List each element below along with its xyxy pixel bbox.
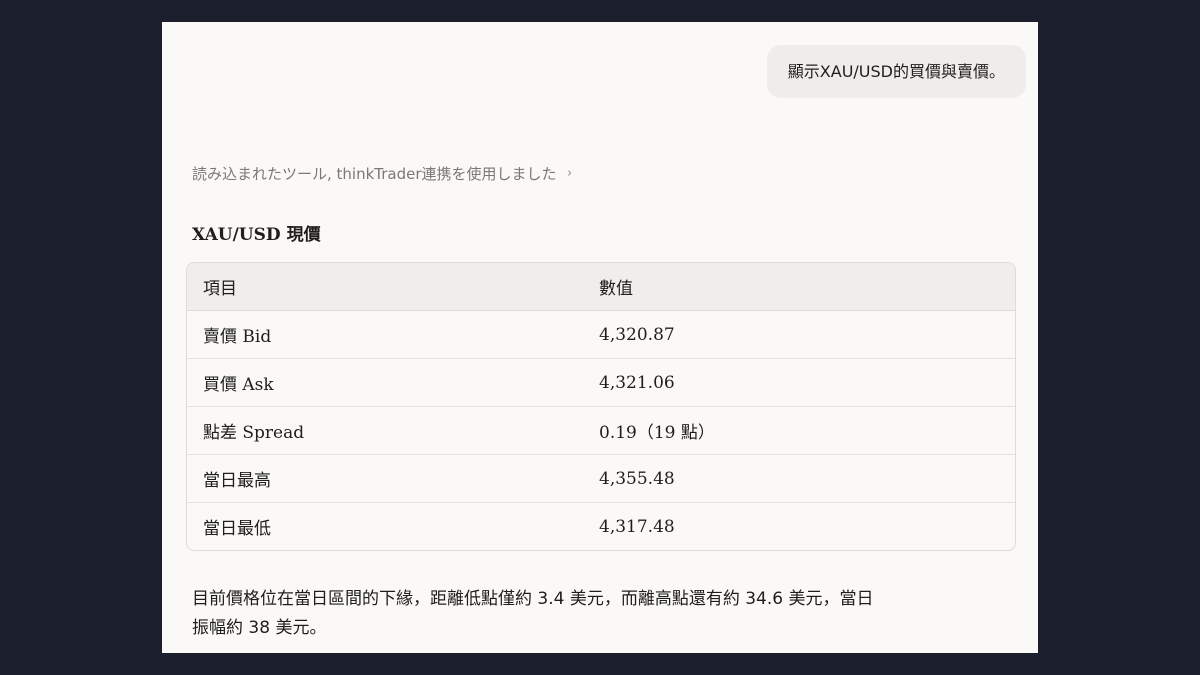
chevron-right-icon: › xyxy=(567,166,572,181)
column-header-item: 項目 xyxy=(187,263,583,311)
tool-usage-text: 読み込まれたツール, thinkTrader連携を使用しました xyxy=(192,165,557,183)
user-message-bubble: 顯示XAU/USD的買價與賣價。 xyxy=(766,45,1026,98)
table-row: 當日最高 4,355.48 xyxy=(187,454,1015,503)
row-value: 4,317.48 xyxy=(599,516,675,537)
table-row: 買價 Ask 4,321.06 xyxy=(187,358,1015,407)
row-value: 4,320.87 xyxy=(583,310,1015,359)
summary-line-1: 目前價格位在當日區間的下緣，距離低點僅約 3.4 美元，而離高點還有約 34.6… xyxy=(192,589,874,609)
response-heading: XAU/USD 現價 xyxy=(192,225,321,245)
summary-line-2: 振幅約 38 美元。 xyxy=(192,618,327,638)
table-row: 點差 Spread 0.19（19 點） xyxy=(187,406,1015,455)
table-row: 當日最低 4,317.48 xyxy=(187,503,1015,551)
row-value: 0.19（19 點） xyxy=(583,406,1015,455)
tool-usage-toggle[interactable]: 読み込まれたツール, thinkTrader連携を使用しました › xyxy=(192,163,572,184)
summary-paragraph: 目前價格位在當日區間的下緣，距離低點僅約 3.4 美元，而離高點還有約 34.6… xyxy=(192,585,1002,643)
price-table: 項目 數值 賣價 Bid 4,320.87 買價 Ask 4,321.06 點差… xyxy=(186,262,1016,551)
row-label: 買價 Ask xyxy=(187,358,583,407)
row-label: 點差 Spread xyxy=(187,406,583,455)
chat-panel: 顯示XAU/USD的買價與賣價。 読み込まれたツール, thinkTrader連… xyxy=(162,22,1038,653)
row-label: 當日最高 xyxy=(187,454,583,503)
row-label: 賣價 Bid xyxy=(187,310,583,359)
column-header-value: 數值 xyxy=(583,263,1015,311)
table-header-row: 項目 數值 xyxy=(187,263,1015,311)
row-value: 4,321.06 xyxy=(583,358,1015,407)
table-row: 賣價 Bid 4,320.87 xyxy=(187,310,1015,359)
row-value: 4,355.48 xyxy=(583,454,1015,503)
row-label: 當日最低 xyxy=(203,519,271,539)
